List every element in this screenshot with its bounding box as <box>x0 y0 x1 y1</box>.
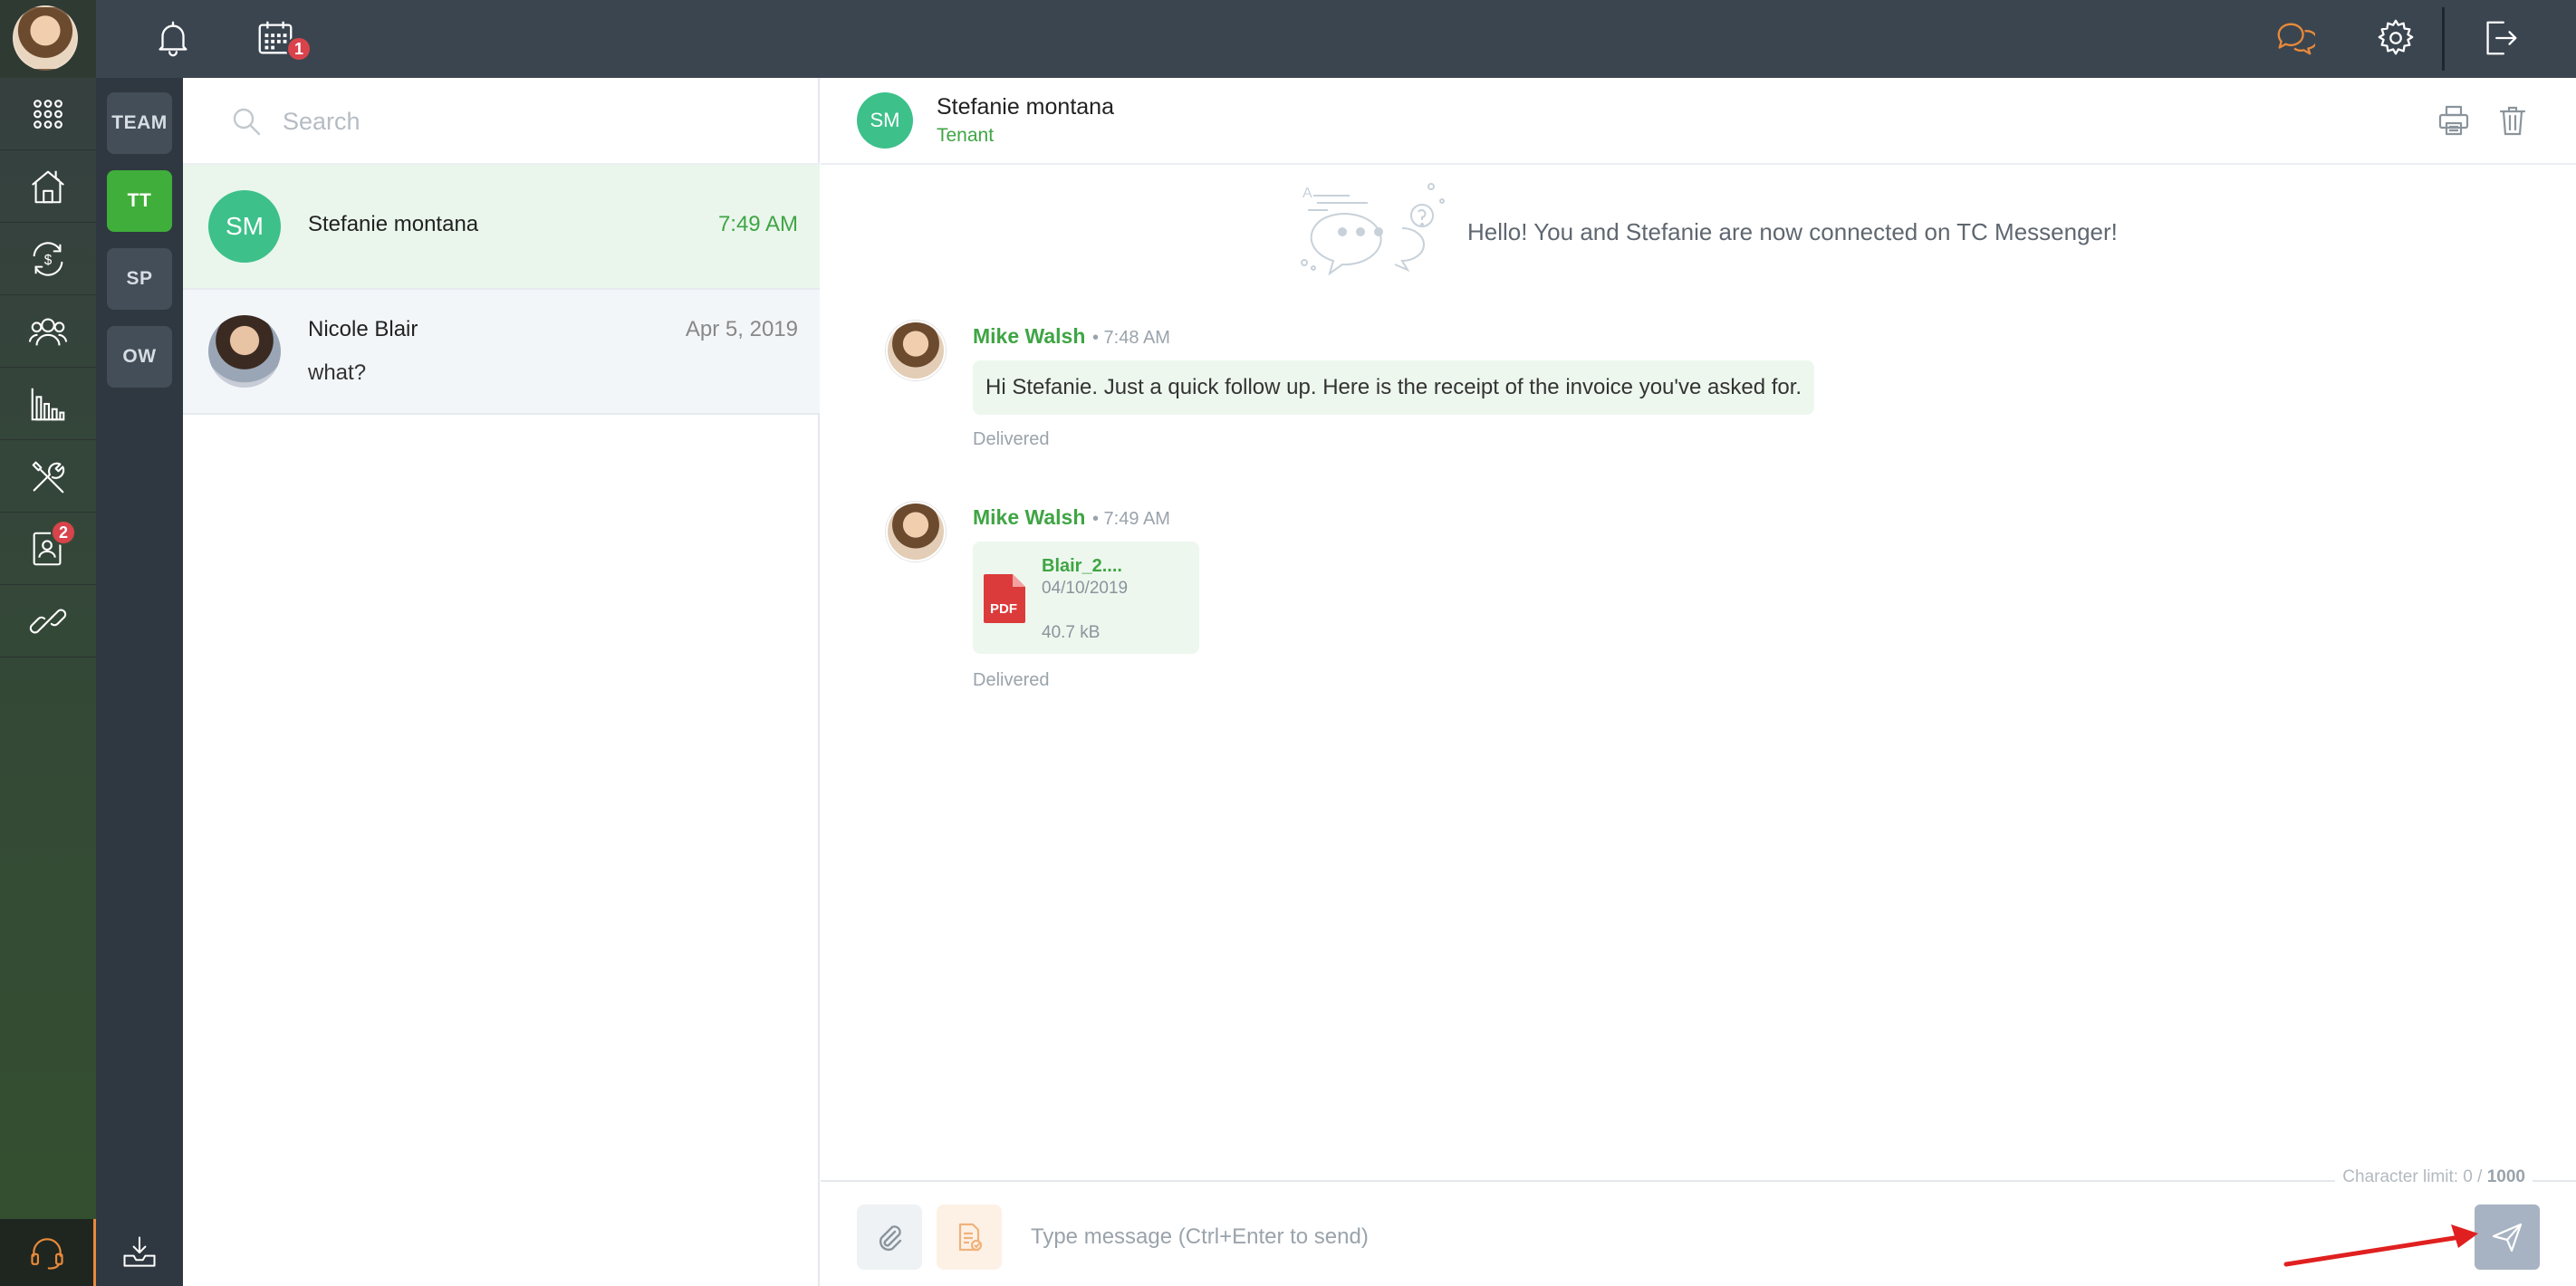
character-limit: Character limit: 0 / 1000 <box>2335 1167 2533 1187</box>
inbox-button[interactable] <box>96 1219 183 1286</box>
nav-reports[interactable] <box>0 368 96 440</box>
nav-accounting[interactable]: $ <box>0 223 96 295</box>
print-button[interactable] <box>2433 100 2475 141</box>
template-icon <box>958 1223 983 1252</box>
user-avatar[interactable] <box>13 5 78 71</box>
apps-grid-icon <box>34 99 62 129</box>
headset-icon <box>30 1238 63 1270</box>
contact-name: Stefanie montana <box>937 94 1114 120</box>
chat-bubbles-illustration-icon: A <box>1301 183 1445 276</box>
nav-people[interactable] <box>0 295 96 368</box>
nav-contacts[interactable]: 2 <box>0 513 96 585</box>
message-time: • 7:49 AM <box>1092 509 1170 529</box>
annotation-arrow <box>2283 1224 2478 1267</box>
notifications-button[interactable] <box>148 13 198 63</box>
svg-text:$: $ <box>44 252 53 267</box>
user-avatar-area[interactable] <box>0 0 96 78</box>
search-input[interactable] <box>283 101 790 141</box>
pdf-label: PDF <box>990 601 1017 617</box>
channel-ow[interactable]: OW <box>107 326 172 388</box>
channel-tt[interactable]: TT <box>107 170 172 232</box>
file-size: 40.7 kB <box>1042 623 1101 642</box>
link-icon <box>29 609 67 633</box>
gear-icon <box>2378 19 2414 55</box>
top-bar: 1 <box>0 0 2576 78</box>
logout-button[interactable] <box>2475 13 2525 63</box>
system-connected-notice: A Hello! You and Stefanie are now connec… <box>1295 178 2201 286</box>
conversation-item[interactable]: SM Stefanie montana 7:49 AM <box>183 165 820 290</box>
delete-button[interactable] <box>2492 100 2533 141</box>
money-cycle-icon: $ <box>33 241 63 276</box>
channel-team[interactable]: TEAM <box>107 92 172 154</box>
conversation-preview: what? <box>308 360 367 385</box>
message-input[interactable] <box>1031 1215 2299 1259</box>
conversation-item[interactable]: Nicole Blair Apr 5, 2019 what? <box>183 290 820 415</box>
file-date: 04/10/2019 <box>1042 579 1129 598</box>
chat-header: SM Stefanie montana Tenant <box>821 78 2576 165</box>
trash-icon <box>2499 106 2526 136</box>
calendar-badge: 1 <box>286 36 312 62</box>
search-icon <box>233 108 261 136</box>
nav-integrations[interactable] <box>0 585 96 657</box>
sender-name[interactable]: Mike Walsh <box>973 505 1085 530</box>
people-icon <box>28 318 68 345</box>
contact-role: Tenant <box>937 125 995 146</box>
nav-maintenance[interactable] <box>0 440 96 513</box>
sender-avatar <box>886 321 946 380</box>
chat-icon <box>2277 23 2315 55</box>
support-button[interactable] <box>0 1219 96 1286</box>
chat-panel: SM Stefanie montana Tenant A Hello! You … <box>821 78 2576 1286</box>
message-bubble: Hi Stefanie. Just a quick follow up. Her… <box>973 360 1815 415</box>
channel-sp[interactable]: SP <box>107 248 172 310</box>
sender-avatar <box>886 502 946 561</box>
paperclip-icon <box>879 1225 902 1252</box>
sender-name[interactable]: Mike Walsh <box>973 324 1085 349</box>
inbox-download-icon <box>123 1236 156 1267</box>
conversation-list: SM Stefanie montana 7:49 AM Nicole Blair… <box>183 78 820 1286</box>
tools-icon <box>32 461 65 493</box>
nav-apps[interactable] <box>0 78 96 150</box>
composer-divider <box>821 1180 2576 1182</box>
attach-button[interactable] <box>857 1204 922 1270</box>
bell-icon <box>159 21 187 57</box>
messenger-button[interactable] <box>2269 13 2320 63</box>
logout-icon <box>2486 21 2517 55</box>
printer-icon <box>2438 105 2469 136</box>
send-button[interactable] <box>2475 1204 2540 1270</box>
delivery-status: Delivered <box>973 670 1050 690</box>
nav-properties[interactable] <box>0 150 96 223</box>
chart-icon <box>31 388 65 420</box>
file-attachment[interactable]: PDF Blair_2.... 04/10/2019 40.7 kB <box>973 542 1199 654</box>
house-icon <box>32 170 64 203</box>
conversation-time: Apr 5, 2019 <box>685 317 798 341</box>
message-time: • 7:48 AM <box>1092 328 1170 348</box>
conversation-avatar: SM <box>208 190 281 263</box>
conversation-avatar <box>208 315 281 388</box>
template-button[interactable] <box>937 1204 1002 1270</box>
system-message-text: Hello! You and Stefanie are now connecte… <box>1467 218 2118 245</box>
settings-button[interactable] <box>2370 13 2421 63</box>
contact-avatar: SM <box>857 92 913 149</box>
pdf-file-icon: PDF <box>984 574 1025 623</box>
search-bar <box>183 78 820 165</box>
conversation-time: 7:49 AM <box>717 212 798 236</box>
character-limit-label: Character limit: 0 / <box>2342 1167 2487 1186</box>
contacts-badge: 2 <box>51 520 76 545</box>
left-nav-rail: $ 2 <box>0 78 96 1286</box>
file-name[interactable]: Blair_2.... <box>1042 556 1122 577</box>
svg-text:A: A <box>1302 186 1312 201</box>
conversation-name: Nicole Blair <box>308 317 418 341</box>
character-limit-max: 1000 <box>2486 1167 2525 1186</box>
topbar-separator <box>2442 7 2445 71</box>
delivery-status: Delivered <box>973 429 1050 449</box>
channel-column: TEAM TT SP OW <box>96 78 183 1286</box>
send-icon <box>2492 1223 2523 1252</box>
conversation-name: Stefanie montana <box>308 212 479 236</box>
